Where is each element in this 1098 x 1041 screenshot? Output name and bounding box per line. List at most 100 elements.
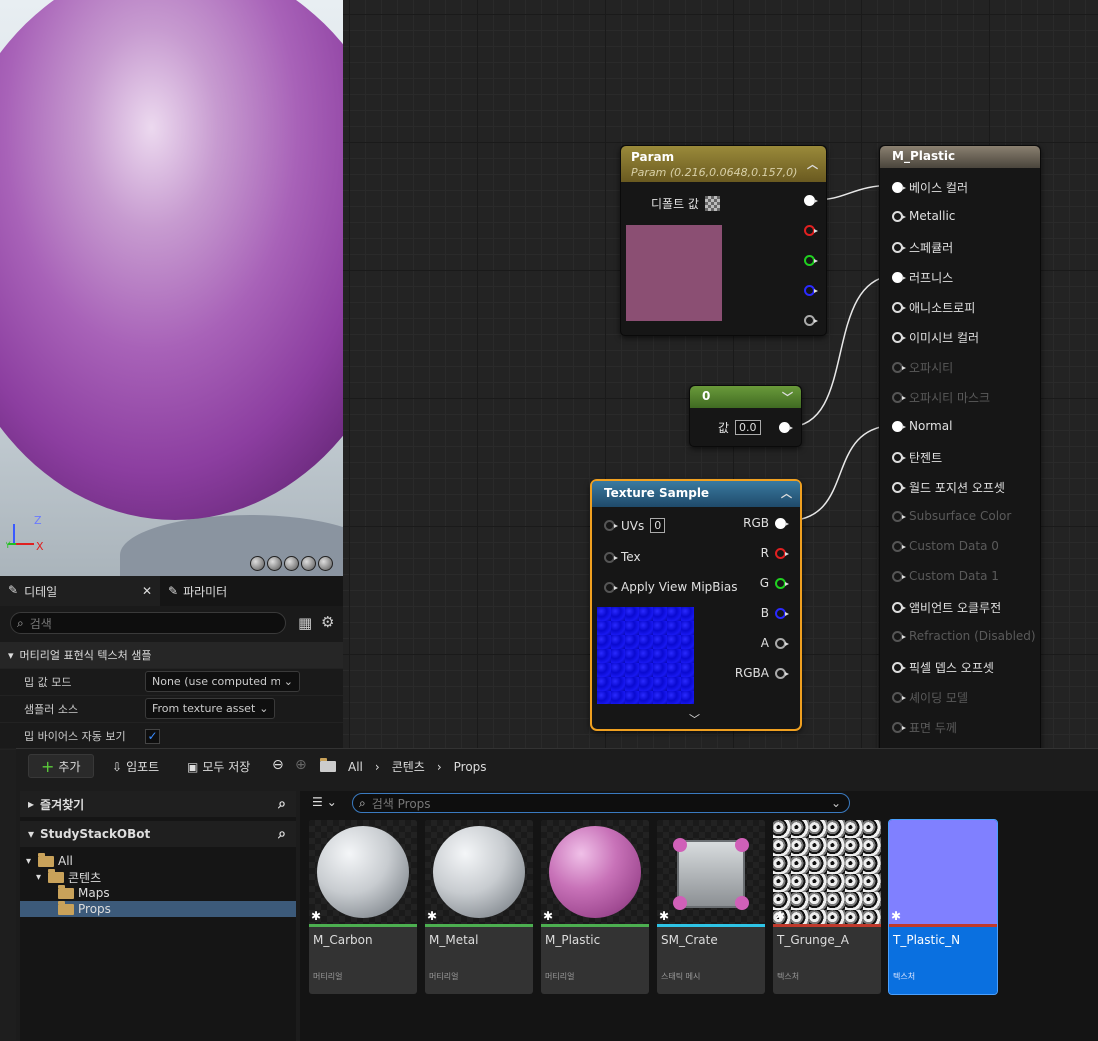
material-pin-row: 앰비언트 오클루전	[892, 599, 1001, 616]
rgb-output-pin[interactable]	[775, 517, 789, 529]
material-input-pin[interactable]	[892, 242, 906, 253]
uvs-label: UVs	[621, 518, 645, 533]
asset-search-input[interactable]: ⌕ 검색 Props ⌄	[352, 793, 850, 813]
filter-button[interactable]: ☰ ⌄	[312, 795, 337, 809]
material-input-pin[interactable]	[892, 510, 906, 522]
cylinder-preview-button[interactable]	[250, 556, 265, 571]
constant-node-header[interactable]: 0 ﹀	[690, 386, 801, 408]
material-preview-viewport[interactable]: Z Y X	[0, 0, 343, 576]
b-output-pin[interactable]	[775, 607, 789, 619]
material-input-pin[interactable]	[892, 662, 906, 673]
material-input-pin[interactable]	[892, 302, 906, 313]
rgb-output-pin[interactable]	[804, 195, 818, 206]
tab-parameters-label: 파라미터	[183, 584, 228, 599]
material-input-pin[interactable]	[892, 482, 906, 493]
asset-tile[interactable]: ✱ SM_Crate 스태틱 메시	[657, 820, 765, 994]
mip-value-mode-dropdown[interactable]: None (use computed mi ⌄	[145, 671, 300, 692]
mipbias-input-pin[interactable]	[604, 581, 618, 593]
a-output-pin[interactable]	[804, 315, 818, 326]
constant-value-field[interactable]: 0.0	[735, 420, 761, 435]
material-input-pin[interactable]	[892, 540, 906, 552]
material-input-pin[interactable]	[892, 332, 906, 343]
cube-preview-button[interactable]	[301, 556, 316, 571]
details-search-input[interactable]: ⌕ 검색	[10, 612, 286, 634]
table-view-icon[interactable]: ▦	[298, 614, 312, 632]
material-input-pin[interactable]	[892, 630, 906, 642]
expand-chevron-icon[interactable]: ﹀	[689, 711, 700, 727]
constant-node[interactable]: 0 ﹀ 값 0.0	[689, 385, 802, 447]
material-input-pin[interactable]	[892, 182, 906, 193]
rgba-output-pin[interactable]	[775, 667, 789, 679]
rgba-output-label: RGBA	[734, 666, 769, 680]
close-tab-icon[interactable]: ✕	[142, 584, 152, 598]
dropdown-chevron-icon[interactable]: ﹀	[782, 389, 793, 405]
sampler-source-dropdown[interactable]: From texture asset ⌄	[145, 698, 275, 719]
r-output-label: R	[760, 546, 769, 560]
param-color-swatch[interactable]	[626, 225, 722, 321]
forward-button[interactable]: ⊕	[295, 757, 307, 773]
tab-details[interactable]: ✎ 디테일 ✕	[0, 576, 160, 606]
mesh-preview-button[interactable]	[318, 556, 333, 571]
breadcrumb-content[interactable]: 콘텐츠	[392, 758, 425, 775]
search-icon[interactable]: ⌕	[278, 796, 286, 812]
asset-tile[interactable]: ✱ T_Plastic_N 텍스처	[888, 819, 998, 995]
material-pin-label: 러프니스	[909, 271, 954, 285]
collapse-chevron-icon[interactable]: ︿	[781, 485, 792, 501]
texture-sample-header[interactable]: Texture Sample ︿	[592, 481, 800, 507]
sphere-preview-button[interactable]	[267, 556, 282, 571]
r-output-pin[interactable]	[775, 547, 789, 559]
material-pin-row: Custom Data 1	[892, 569, 999, 583]
asset-tile[interactable]: ✱ M_Plastic 머티리얼	[541, 820, 649, 994]
search-icon[interactable]: ⌕	[278, 826, 286, 842]
tree-item-folder[interactable]: ▾ 콘텐츠	[20, 868, 296, 885]
project-section[interactable]: ▾ StudyStackOBot ⌕	[20, 821, 296, 847]
material-input-pin[interactable]	[892, 362, 906, 373]
g-output-pin[interactable]	[775, 577, 789, 589]
checker-swatch-icon[interactable]	[704, 196, 720, 211]
tab-parameters[interactable]: ✎ 파라미터	[160, 576, 235, 606]
collapse-chevron-icon[interactable]: ︿	[807, 156, 818, 172]
details-section-header[interactable]: ▾ 머티리얼 표현식 텍스처 샘플	[0, 642, 343, 669]
breadcrumb-props[interactable]: Props	[454, 760, 487, 774]
asset-search-placeholder: 검색 Props	[371, 796, 431, 811]
tree-item-folder[interactable]: ▾ All	[20, 852, 296, 869]
uvs-value-field[interactable]: 0	[650, 518, 666, 533]
asset-thumbnail: ✱	[773, 820, 881, 924]
texture-sample-node[interactable]: Texture Sample ︿ UVs 0 Tex Apply View Mip…	[590, 479, 802, 731]
param-node[interactable]: Param Param (0.216,0.0648,0.157,0) ︿ 디폴트…	[620, 145, 827, 336]
tree-item-folder[interactable]: Props	[20, 900, 296, 917]
uvs-input-pin[interactable]	[604, 520, 618, 531]
import-button[interactable]: ⇩ 임포트	[112, 758, 159, 775]
tex-input-pin[interactable]	[604, 551, 618, 563]
asset-tile[interactable]: ✱ T_Grunge_A 텍스처	[773, 820, 881, 994]
material-input-pin[interactable]	[892, 210, 906, 222]
material-input-pin[interactable]	[892, 452, 906, 463]
material-result-node[interactable]: M_Plastic 베이스 컬러 Metallic 스페큘러 러프니스 애니소트로피 이미…	[879, 145, 1041, 755]
save-all-button[interactable]: ▣ 모두 저장	[187, 758, 250, 775]
back-button[interactable]: ⊖	[272, 757, 284, 773]
material-node-header[interactable]: M_Plastic	[880, 146, 1040, 168]
b-output-pin[interactable]	[804, 285, 818, 296]
auto-view-mipbias-checkbox[interactable]: ✓	[145, 729, 160, 744]
material-pin-label: 픽셀 뎁스 오프셋	[909, 661, 994, 675]
gear-icon[interactable]: ⚙	[321, 613, 334, 631]
asset-tile[interactable]: ✱ M_Carbon 머티리얼	[309, 820, 417, 994]
plane-preview-button[interactable]	[284, 556, 299, 571]
breadcrumb-all[interactable]: All	[348, 760, 363, 774]
material-input-pin[interactable]	[892, 602, 906, 613]
param-node-header[interactable]: Param Param (0.216,0.0648,0.157,0) ︿	[621, 146, 826, 182]
favorites-section[interactable]: ▸ 즐겨찾기 ⌕	[20, 791, 296, 817]
tree-item-folder[interactable]: Maps	[20, 884, 296, 901]
asset-tile[interactable]: ✱ M_Metal 머티리얼	[425, 820, 533, 994]
constant-output-pin[interactable]	[779, 422, 793, 433]
material-input-pin[interactable]	[892, 392, 906, 403]
a-output-pin[interactable]	[775, 637, 789, 649]
material-input-pin[interactable]	[892, 272, 906, 283]
r-output-pin[interactable]	[804, 225, 818, 236]
material-input-pin[interactable]	[892, 420, 906, 432]
g-output-pin[interactable]	[804, 255, 818, 266]
material-input-pin[interactable]	[892, 570, 906, 582]
material-input-pin[interactable]	[892, 692, 906, 703]
add-button[interactable]: + 추가	[28, 754, 94, 778]
material-input-pin[interactable]	[892, 722, 906, 733]
